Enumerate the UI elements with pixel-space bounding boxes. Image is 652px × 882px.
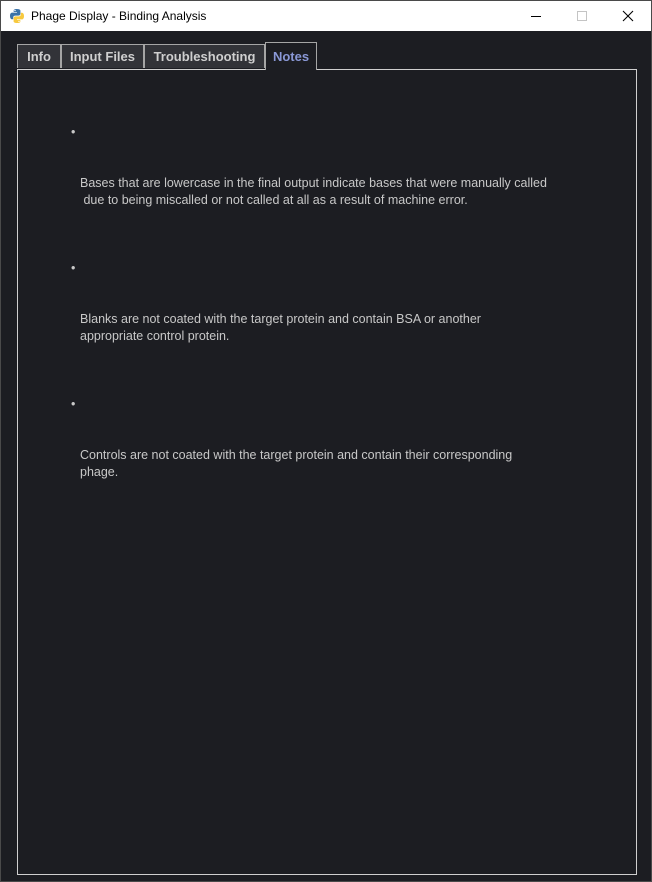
title-bar[interactable]: Phage Display - Binding Analysis (1, 1, 651, 31)
window-title: Phage Display - Binding Analysis (31, 9, 207, 23)
maximize-icon (577, 11, 587, 21)
minimize-button[interactable] (513, 1, 559, 31)
list-item: • Bases that are lowercase in the final … (71, 124, 591, 243)
bullet: • (71, 397, 76, 411)
python-logo-icon (9, 8, 25, 24)
app-window: Phage Display - Binding Analysis Info In… (0, 0, 652, 882)
list-item: • Controls are not coated with the targe… (71, 396, 591, 515)
tab-input-files[interactable]: Input Files (61, 44, 144, 68)
bullet: • (71, 261, 76, 275)
close-button[interactable] (605, 1, 651, 31)
list-item: • Blanks are not coated with the target … (71, 260, 591, 379)
note-text: Bases that are lowercase in the final ou… (80, 176, 547, 207)
note-text: Controls are not coated with the target … (80, 448, 513, 479)
maximize-button[interactable] (559, 1, 605, 31)
tab-info[interactable]: Info (17, 44, 61, 68)
close-icon (622, 10, 634, 22)
notes-list: • Bases that are lowercase in the final … (71, 124, 591, 532)
notes-panel: • Bases that are lowercase in the final … (17, 69, 637, 875)
minimize-icon (531, 16, 541, 17)
tab-troubleshooting[interactable]: Troubleshooting (144, 44, 265, 68)
tab-notes[interactable]: Notes (265, 42, 317, 70)
bullet: • (71, 125, 76, 139)
note-text: Blanks are not coated with the target pr… (80, 312, 481, 343)
